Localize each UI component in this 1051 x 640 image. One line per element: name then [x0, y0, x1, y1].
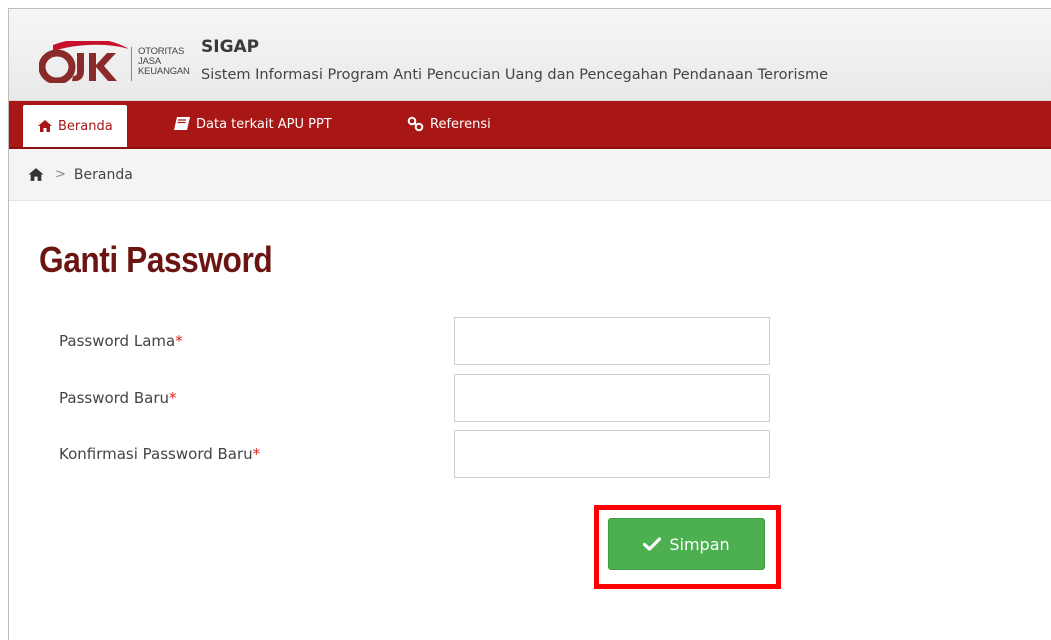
new-password-input[interactable] [454, 374, 770, 422]
app-subtitle: Sistem Informasi Program Anti Pencucian … [201, 67, 829, 83]
logo-wordmark: OTORITAS JASA KEUANGAN [138, 46, 190, 77]
home-icon[interactable] [27, 167, 45, 182]
nav-item-label: Data terkait APU PPT [196, 116, 332, 132]
field-label: Password Baru* [59, 389, 177, 407]
form-row-password-baru: Password Baru* [59, 374, 799, 424]
link-icon [407, 116, 424, 132]
form-row-konfirmasi: Konfirmasi Password Baru* [59, 430, 799, 480]
nav-item-label: Referensi [430, 116, 491, 132]
ojk-logo-mark [39, 41, 129, 83]
nav-item-referensi[interactable]: Referensi [393, 101, 505, 147]
app-header: OTORITAS JASA KEUANGAN SIGAP Sistem Info… [9, 9, 1051, 101]
main-navbar: Beranda Data terkait APU PPT Referensi [9, 101, 1051, 149]
save-button[interactable]: Simpan [608, 518, 765, 570]
field-label: Password Lama* [59, 332, 183, 350]
field-label: Konfirmasi Password Baru* [59, 445, 261, 463]
app-title: SIGAP [201, 37, 260, 57]
check-icon [643, 537, 662, 551]
nav-item-label: Beranda [58, 118, 113, 134]
confirm-password-input[interactable] [454, 430, 770, 478]
breadcrumb-separator: > [55, 167, 66, 182]
required-mark: * [252, 445, 261, 463]
breadcrumb: > Beranda [9, 149, 1051, 201]
form-row-password-lama: Password Lama* [59, 317, 799, 367]
book-icon [174, 117, 190, 130]
nav-item-beranda[interactable]: Beranda [23, 105, 127, 147]
logo-divider [131, 47, 132, 81]
required-mark: * [169, 389, 177, 407]
page-title: Ganti Password [39, 239, 273, 280]
breadcrumb-current: Beranda [73, 166, 133, 183]
app-window: OTORITAS JASA KEUANGAN SIGAP Sistem Info… [8, 8, 1051, 640]
old-password-input[interactable] [454, 317, 770, 365]
nav-item-data-apu-ppt[interactable]: Data terkait APU PPT [159, 101, 346, 147]
ojk-logo[interactable]: OTORITAS JASA KEUANGAN [31, 23, 191, 85]
required-mark: * [175, 332, 183, 350]
home-icon [38, 120, 52, 132]
save-button-label: Simpan [669, 534, 730, 554]
